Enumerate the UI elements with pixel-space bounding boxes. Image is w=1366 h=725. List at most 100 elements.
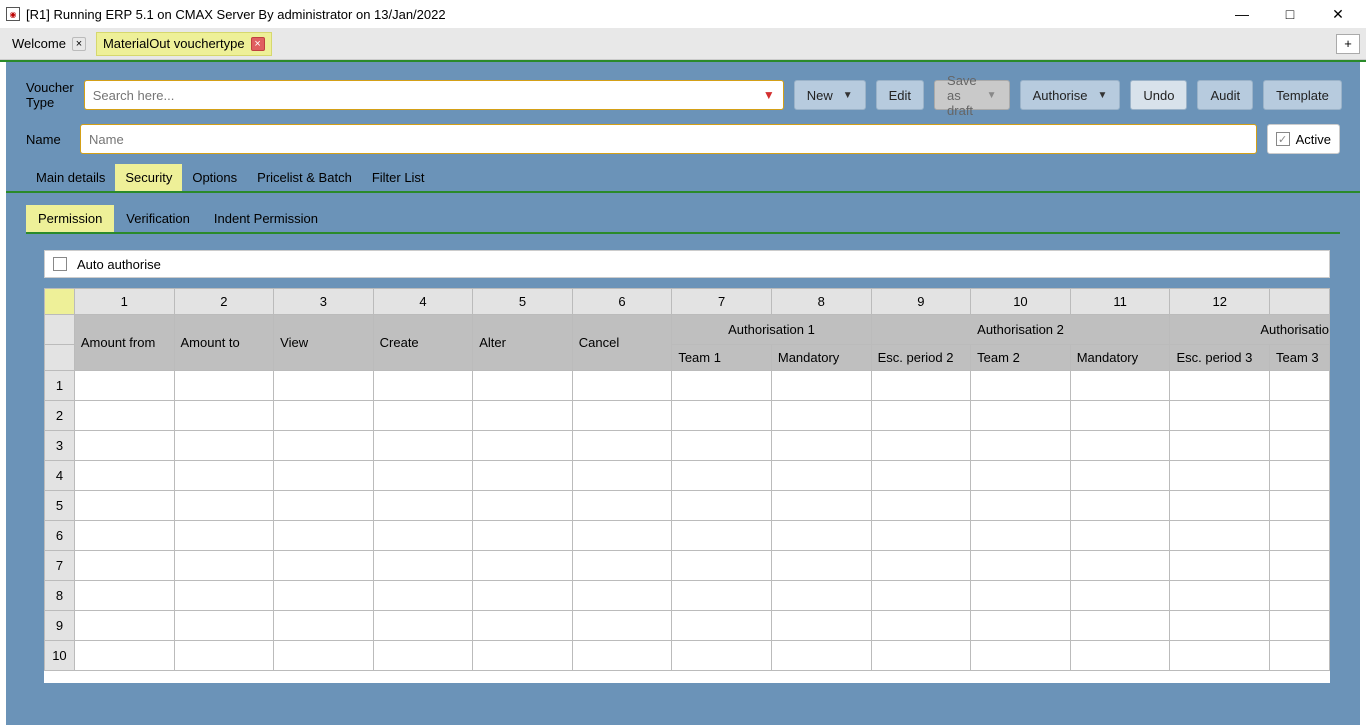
grid-cell[interactable] bbox=[74, 491, 174, 521]
grid-cell[interactable] bbox=[373, 431, 473, 461]
grid-cell[interactable] bbox=[672, 431, 772, 461]
grid-cell[interactable] bbox=[871, 371, 971, 401]
grid-cell[interactable] bbox=[373, 491, 473, 521]
permission-grid-wrap[interactable]: 1 2 3 4 5 6 7 8 9 10 11 12 Amount from bbox=[44, 288, 1330, 683]
grid-cell[interactable] bbox=[1170, 611, 1270, 641]
col-team1[interactable]: Team 1 bbox=[672, 345, 772, 371]
tab-filter-list[interactable]: Filter List bbox=[362, 164, 435, 191]
permission-grid[interactable]: 1 2 3 4 5 6 7 8 9 10 11 12 Amount from bbox=[44, 288, 1330, 671]
grid-cell[interactable] bbox=[871, 461, 971, 491]
col-num[interactable]: 9 bbox=[871, 289, 971, 315]
grid-cell[interactable] bbox=[473, 431, 573, 461]
grid-cell[interactable] bbox=[274, 431, 374, 461]
col-amount-from[interactable]: Amount from bbox=[74, 315, 174, 371]
grid-cell[interactable] bbox=[771, 431, 871, 461]
row-number[interactable]: 5 bbox=[45, 491, 75, 521]
grid-cell[interactable] bbox=[672, 371, 772, 401]
col-mandatory1[interactable]: Mandatory bbox=[771, 345, 871, 371]
grid-cell[interactable] bbox=[1170, 401, 1270, 431]
grid-cell[interactable] bbox=[373, 371, 473, 401]
grid-cell[interactable] bbox=[771, 641, 871, 671]
grid-cell[interactable] bbox=[1270, 611, 1330, 641]
grid-cell[interactable] bbox=[672, 581, 772, 611]
auto-authorise-row[interactable]: Auto authorise bbox=[44, 250, 1330, 278]
row-number[interactable]: 1 bbox=[45, 371, 75, 401]
table-row[interactable]: 2 bbox=[45, 401, 1330, 431]
col-alter[interactable]: Alter bbox=[473, 315, 573, 371]
grid-cell[interactable] bbox=[971, 611, 1071, 641]
grid-cell[interactable] bbox=[174, 461, 274, 491]
grid-cell[interactable] bbox=[274, 641, 374, 671]
grid-cell[interactable] bbox=[373, 611, 473, 641]
grid-cell[interactable] bbox=[74, 371, 174, 401]
grid-cell[interactable] bbox=[871, 581, 971, 611]
grid-cell[interactable] bbox=[74, 551, 174, 581]
grid-cell[interactable] bbox=[871, 641, 971, 671]
grid-cell[interactable] bbox=[1070, 641, 1170, 671]
grid-cell[interactable] bbox=[871, 491, 971, 521]
grid-cell[interactable] bbox=[1270, 491, 1330, 521]
col-num[interactable] bbox=[1270, 289, 1330, 315]
grid-cell[interactable] bbox=[74, 641, 174, 671]
grid-cell[interactable] bbox=[74, 431, 174, 461]
grid-cell[interactable] bbox=[1170, 491, 1270, 521]
grid-cell[interactable] bbox=[1170, 641, 1270, 671]
grid-cell[interactable] bbox=[672, 551, 772, 581]
grid-cell[interactable] bbox=[74, 401, 174, 431]
col-cancel[interactable]: Cancel bbox=[572, 315, 672, 371]
grid-cell[interactable] bbox=[74, 581, 174, 611]
grid-cell[interactable] bbox=[473, 551, 573, 581]
col-view[interactable]: View bbox=[274, 315, 374, 371]
grid-cell[interactable] bbox=[1270, 521, 1330, 551]
grid-cell[interactable] bbox=[771, 551, 871, 581]
grid-cell[interactable] bbox=[871, 521, 971, 551]
row-number[interactable]: 8 bbox=[45, 581, 75, 611]
grid-cell[interactable] bbox=[572, 641, 672, 671]
authorise-button[interactable]: Authorise▼ bbox=[1020, 80, 1121, 110]
col-num[interactable]: 3 bbox=[274, 289, 374, 315]
close-icon[interactable]: × bbox=[72, 37, 86, 51]
grid-cell[interactable] bbox=[1070, 461, 1170, 491]
grid-cell[interactable] bbox=[1270, 551, 1330, 581]
row-number[interactable]: 3 bbox=[45, 431, 75, 461]
grid-cell[interactable] bbox=[1270, 641, 1330, 671]
col-team3[interactable]: Team 3 bbox=[1270, 345, 1330, 371]
grid-cell[interactable] bbox=[174, 371, 274, 401]
col-num[interactable]: 12 bbox=[1170, 289, 1270, 315]
audit-button[interactable]: Audit bbox=[1197, 80, 1253, 110]
row-number[interactable]: 7 bbox=[45, 551, 75, 581]
grid-cell[interactable] bbox=[274, 371, 374, 401]
table-row[interactable]: 1 bbox=[45, 371, 1330, 401]
grid-cell[interactable] bbox=[373, 521, 473, 551]
grid-cell[interactable] bbox=[871, 431, 971, 461]
grid-cell[interactable] bbox=[771, 461, 871, 491]
col-num[interactable]: 1 bbox=[74, 289, 174, 315]
grid-cell[interactable] bbox=[672, 641, 772, 671]
grid-cell[interactable] bbox=[771, 521, 871, 551]
table-row[interactable]: 3 bbox=[45, 431, 1330, 461]
grid-cell[interactable] bbox=[1170, 551, 1270, 581]
grid-cell[interactable] bbox=[971, 371, 1071, 401]
col-num[interactable]: 8 bbox=[771, 289, 871, 315]
grid-cell[interactable] bbox=[174, 611, 274, 641]
grid-cell[interactable] bbox=[771, 611, 871, 641]
grid-cell[interactable] bbox=[771, 371, 871, 401]
grid-cell[interactable] bbox=[1270, 581, 1330, 611]
grid-cell[interactable] bbox=[971, 401, 1071, 431]
col-num[interactable]: 11 bbox=[1070, 289, 1170, 315]
col-team2[interactable]: Team 2 bbox=[971, 345, 1071, 371]
grid-cell[interactable] bbox=[572, 491, 672, 521]
grid-cell[interactable] bbox=[572, 461, 672, 491]
col-num[interactable]: 6 bbox=[572, 289, 672, 315]
grid-cell[interactable] bbox=[174, 431, 274, 461]
grid-cell[interactable] bbox=[274, 521, 374, 551]
row-number[interactable]: 10 bbox=[45, 641, 75, 671]
grid-cell[interactable] bbox=[1170, 461, 1270, 491]
grid-cell[interactable] bbox=[74, 611, 174, 641]
grid-cell[interactable] bbox=[473, 641, 573, 671]
grid-cell[interactable] bbox=[572, 581, 672, 611]
grid-cell[interactable] bbox=[1070, 581, 1170, 611]
row-number[interactable]: 6 bbox=[45, 521, 75, 551]
col-esc2[interactable]: Esc. period 2 bbox=[871, 345, 971, 371]
grid-cell[interactable] bbox=[473, 581, 573, 611]
